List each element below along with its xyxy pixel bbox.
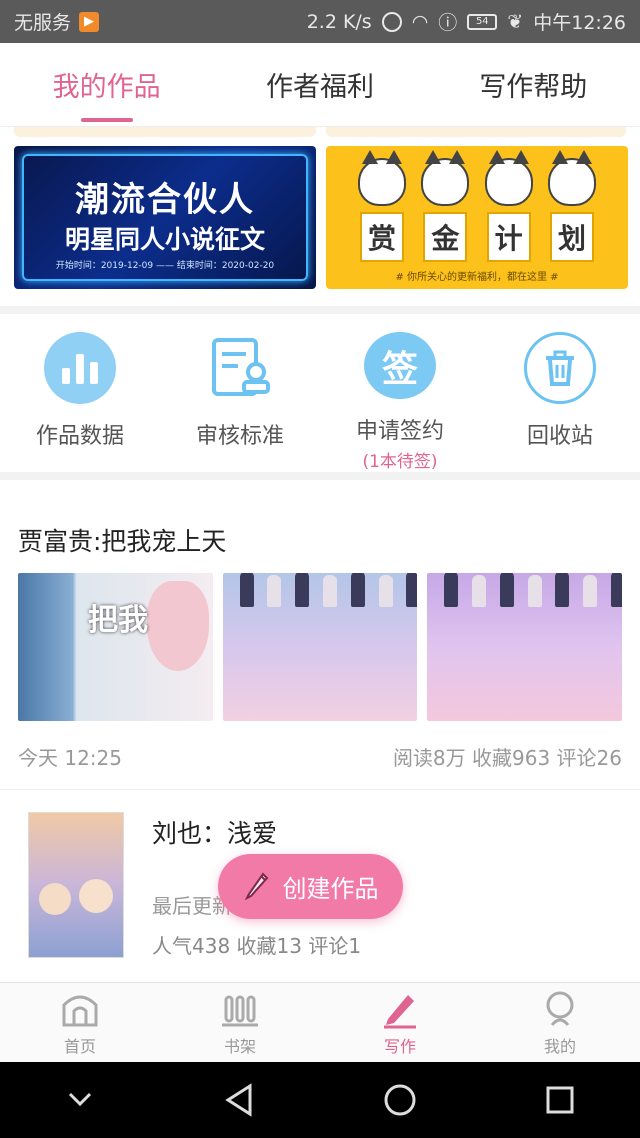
nav-home[interactable]: 首页 [0,983,160,1062]
banner-dates: 开始时间：2019-12-09 —— 结束时间：2020-02-20 [55,261,275,271]
bottom-nav: 首页 书架 写作 我的 [0,982,640,1062]
sign-contract-icon: 签 [364,332,436,399]
clock: 中午12:26 [533,12,626,34]
cover-text: 把我 [88,603,148,638]
featured-post[interactable]: 贾富贵:把我宠上天 把我 今天 12:25 阅读8万 收藏963 评论26 [0,480,640,785]
pending-contract-count: (1本待签) [362,452,438,472]
carrier-text: 无服务 [14,12,72,34]
tab-label: 写作帮助 [479,72,588,103]
collapse-icon[interactable] [56,1076,104,1124]
cat-icon [421,150,470,206]
banner-char: 划 [549,212,594,262]
status-bar: 无服务 ▶ 2.2 K/s ◠ ⓘ 54 ❦ 中午12:26 [0,0,640,43]
bar-chart-icon [44,332,116,404]
featured-image[interactable] [427,573,623,721]
work-name: 刘也：浅爱 [152,819,278,848]
alert-icon: ⓘ [438,12,458,34]
create-work-label: 创建作品 [282,875,379,903]
document-stamp-icon [204,332,276,404]
banner-partner-contest[interactable]: 潮流合伙人 明星同人小说征文 开始时间：2019-12-09 —— 结束时间：2… [14,146,316,289]
banner-strip-top [0,127,640,139]
featured-time: 今天 12:25 [18,746,122,770]
banner-char: 计 [486,212,531,262]
cat-icon [484,150,533,206]
featured-image[interactable] [222,573,418,721]
cat-icon [358,150,406,206]
bookshelf-icon [218,989,262,1029]
tool-review-standards[interactable]: 审核标准 [160,316,320,472]
home-icon [58,989,102,1029]
work-stats: 人气438 收藏13 评论1 [152,934,362,958]
banner-title: 潮流合伙人 [75,180,255,220]
banner-bounty-plan[interactable]: 赏 金 计 划 # 你所关心的更新福利，都在这里 # [326,146,628,289]
nav-label: 我的 [543,1036,576,1056]
banner-note: # 你所关心的更新福利，都在这里 # [395,272,559,283]
banner-subtitle: 明星同人小说征文 [64,225,265,254]
active-tab-indicator [80,118,133,122]
tool-apply-contract[interactable]: 签 申请签约 (1本待签) [320,316,480,472]
banner-char: 赏 [360,212,404,262]
nav-label: 书架 [223,1036,256,1056]
create-work-button[interactable]: 创建作品 [218,854,403,919]
tab-writing-help[interactable]: 写作帮助 [427,43,640,126]
tool-recycle-bin[interactable]: 回收站 [480,316,640,472]
tool-works-data[interactable]: 作品数据 [0,316,160,472]
trash-icon [524,332,596,404]
tool-label: 作品数据 [35,424,124,449]
nav-profile[interactable]: 我的 [480,983,640,1062]
banner-char: 金 [423,212,468,262]
tab-label: 作者福利 [265,72,374,103]
featured-title: 贾富贵:把我宠上天 [18,527,227,556]
cat-icon [547,150,596,206]
banner-row: 潮流合伙人 明星同人小说征文 开始时间：2019-12-09 —— 结束时间：2… [14,146,628,289]
nav-label: 写作 [383,1036,416,1056]
system-navigation-bar [0,1062,640,1138]
nav-bookshelf[interactable]: 书架 [160,983,320,1062]
nav-write[interactable]: 写作 [320,983,480,1062]
featured-images: 把我 [18,573,623,721]
notification-app-icon: ▶ [79,11,100,32]
back-icon[interactable] [216,1076,264,1124]
recents-icon[interactable] [536,1076,584,1124]
tool-grid: 作品数据 审核标准 签 申请签约 (1本待签) 回收站 [0,316,640,472]
network-speed: 2.2 K/s [306,10,372,33]
pencil-icon [243,868,271,906]
tab-author-benefits[interactable]: 作者福利 [213,43,426,126]
tool-label: 申请签约 [355,419,444,444]
tool-label: 审核标准 [195,424,284,449]
section-divider [0,472,640,480]
home-circle-icon[interactable] [376,1076,424,1124]
pen-icon [378,989,422,1029]
nav-label: 首页 [63,1036,96,1056]
leaf-icon: ❦ [507,10,524,33]
section-divider [0,306,640,314]
app-screen: 无服务 ▶ 2.2 K/s ◠ ⓘ 54 ❦ 中午12:26 我的作品 作者福利… [0,0,640,1138]
battery-icon: 54 [467,13,498,30]
wifi-icon: ◠ [411,10,429,33]
work-cover [28,812,124,958]
tab-label: 我的作品 [52,72,161,103]
profile-icon [538,989,582,1029]
featured-image[interactable]: 把我 [18,573,213,721]
featured-stats: 阅读8万 收藏963 评论26 [392,746,622,770]
tool-label: 回收站 [526,424,593,449]
top-tabs: 我的作品 作者福利 写作帮助 [0,43,640,127]
tab-my-works[interactable]: 我的作品 [0,43,213,126]
alarm-icon [381,11,402,32]
